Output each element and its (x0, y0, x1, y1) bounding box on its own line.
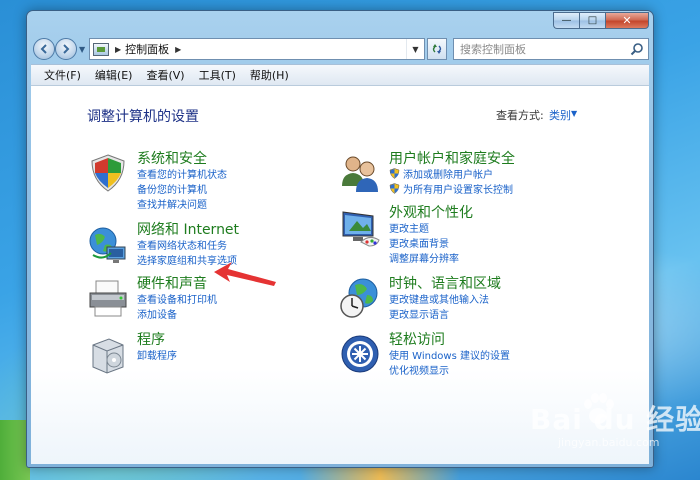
view-by-dropdown[interactable]: 类别 (549, 107, 571, 123)
link-windows-recommended[interactable]: 使用 Windows 建议的设置 (389, 349, 510, 364)
network-globe-icon[interactable] (87, 223, 129, 265)
search-input[interactable] (460, 42, 620, 56)
category-title[interactable]: 时钟、语言和区域 (389, 273, 501, 293)
search-icon[interactable] (630, 42, 644, 56)
link-add-remove-users[interactable]: 添加或删除用户帐户 (389, 168, 513, 183)
printer-icon[interactable] (87, 277, 129, 319)
recent-pages-dropdown[interactable]: ▼ (79, 45, 85, 54)
link-optimize-video[interactable]: 优化视频显示 (389, 364, 510, 379)
address-row: ▼ ▶ 控制面板 ▶ ▼ (31, 37, 649, 65)
menu-file[interactable]: 文件(F) (37, 67, 88, 83)
menu-view[interactable]: 查看(V) (139, 67, 191, 83)
forward-button[interactable] (55, 38, 77, 60)
watermark-url: jingyan.baidu.com (558, 436, 660, 449)
link-change-background[interactable]: 更改桌面背景 (389, 237, 459, 252)
category-links: 添加或删除用户帐户 为所有用户设置家长控制 (389, 168, 513, 198)
address-bar[interactable]: ▶ 控制面板 ▶ ▼ (89, 38, 425, 60)
programs-box-icon[interactable] (87, 333, 129, 375)
category-title[interactable]: 用户帐户和家庭安全 (389, 148, 515, 168)
watermark: Bai du 经验 jingyan.baidu.com (530, 393, 700, 468)
category-links: 更改主题 更改桌面背景 调整屏幕分辨率 (389, 222, 459, 267)
menu-bar: 文件(F) 编辑(E) 查看(V) 工具(T) 帮助(H) (31, 64, 649, 86)
category-links: 查看您的计算机状态 备份您的计算机 查找并解决问题 (137, 168, 227, 213)
caption-buttons: — □ ✕ (553, 12, 649, 29)
monitor-palette-icon[interactable] (339, 206, 381, 248)
address-dropdown-button[interactable]: ▼ (406, 39, 424, 59)
minimize-button[interactable]: — (553, 12, 579, 29)
menu-help[interactable]: 帮助(H) (243, 67, 296, 83)
category-links: 使用 Windows 建议的设置 优化视频显示 (389, 349, 510, 379)
annotation-arrow-icon (214, 262, 276, 286)
category-links: 卸载程序 (137, 349, 177, 364)
back-button[interactable] (33, 38, 55, 60)
menu-edit[interactable]: 编辑(E) (88, 67, 140, 83)
accessibility-icon[interactable] (339, 333, 381, 375)
link-network-status[interactable]: 查看网络状态和任务 (137, 239, 237, 254)
page-title: 调整计算机的设置 (87, 109, 199, 125)
chevron-down-icon[interactable]: ▼ (571, 109, 577, 118)
maximize-button[interactable]: □ (579, 12, 605, 29)
chevron-right-icon[interactable]: ▶ (115, 45, 121, 54)
category-title[interactable]: 网络和 Internet (137, 219, 239, 239)
close-button[interactable]: ✕ (605, 12, 649, 29)
link-change-display-language[interactable]: 更改显示语言 (389, 308, 489, 323)
menu-tools[interactable]: 工具(T) (192, 67, 243, 83)
link-change-theme[interactable]: 更改主题 (389, 222, 459, 237)
link-troubleshoot[interactable]: 查找并解决问题 (137, 198, 227, 213)
category-title[interactable]: 外观和个性化 (389, 202, 473, 222)
chevron-right-icon[interactable]: ▶ (175, 45, 181, 54)
link-change-keyboard[interactable]: 更改键盘或其他输入法 (389, 293, 489, 308)
category-links: 更改键盘或其他输入法 更改显示语言 (389, 293, 489, 323)
link-label[interactable]: 为所有用户设置家长控制 (403, 185, 513, 196)
link-label[interactable]: 添加或删除用户帐户 (403, 170, 493, 181)
arrow-right-icon (63, 44, 70, 54)
refresh-button[interactable] (427, 38, 447, 60)
arrow-left-icon (40, 44, 47, 54)
shield-icon[interactable] (87, 152, 129, 194)
category-title[interactable]: 程序 (137, 329, 165, 349)
link-uninstall-program[interactable]: 卸载程序 (137, 349, 177, 364)
refresh-icon (432, 44, 442, 54)
view-by-label: 查看方式: (496, 109, 544, 122)
search-box[interactable] (453, 38, 649, 60)
link-screen-resolution[interactable]: 调整屏幕分辨率 (389, 252, 459, 267)
link-backup-computer[interactable]: 备份您的计算机 (137, 183, 227, 198)
category-links: 查看设备和打印机 添加设备 (137, 293, 217, 323)
category-title[interactable]: 轻松访问 (389, 329, 445, 349)
watermark-logo-text: Bai du 经验 (530, 403, 700, 436)
globe-clock-icon[interactable] (339, 277, 381, 319)
link-view-computer-status[interactable]: 查看您的计算机状态 (137, 168, 227, 183)
control-panel-icon (93, 42, 109, 56)
link-parental-controls[interactable]: 为所有用户设置家长控制 (389, 183, 513, 198)
category-title[interactable]: 硬件和声音 (137, 273, 207, 293)
uac-shield-icon (389, 168, 400, 179)
breadcrumb-control-panel[interactable]: 控制面板 (125, 41, 169, 57)
users-icon[interactable] (339, 152, 381, 194)
category-title[interactable]: 系统和安全 (137, 148, 207, 168)
link-devices-printers[interactable]: 查看设备和打印机 (137, 293, 217, 308)
uac-shield-icon (389, 183, 400, 194)
link-add-device[interactable]: 添加设备 (137, 308, 217, 323)
